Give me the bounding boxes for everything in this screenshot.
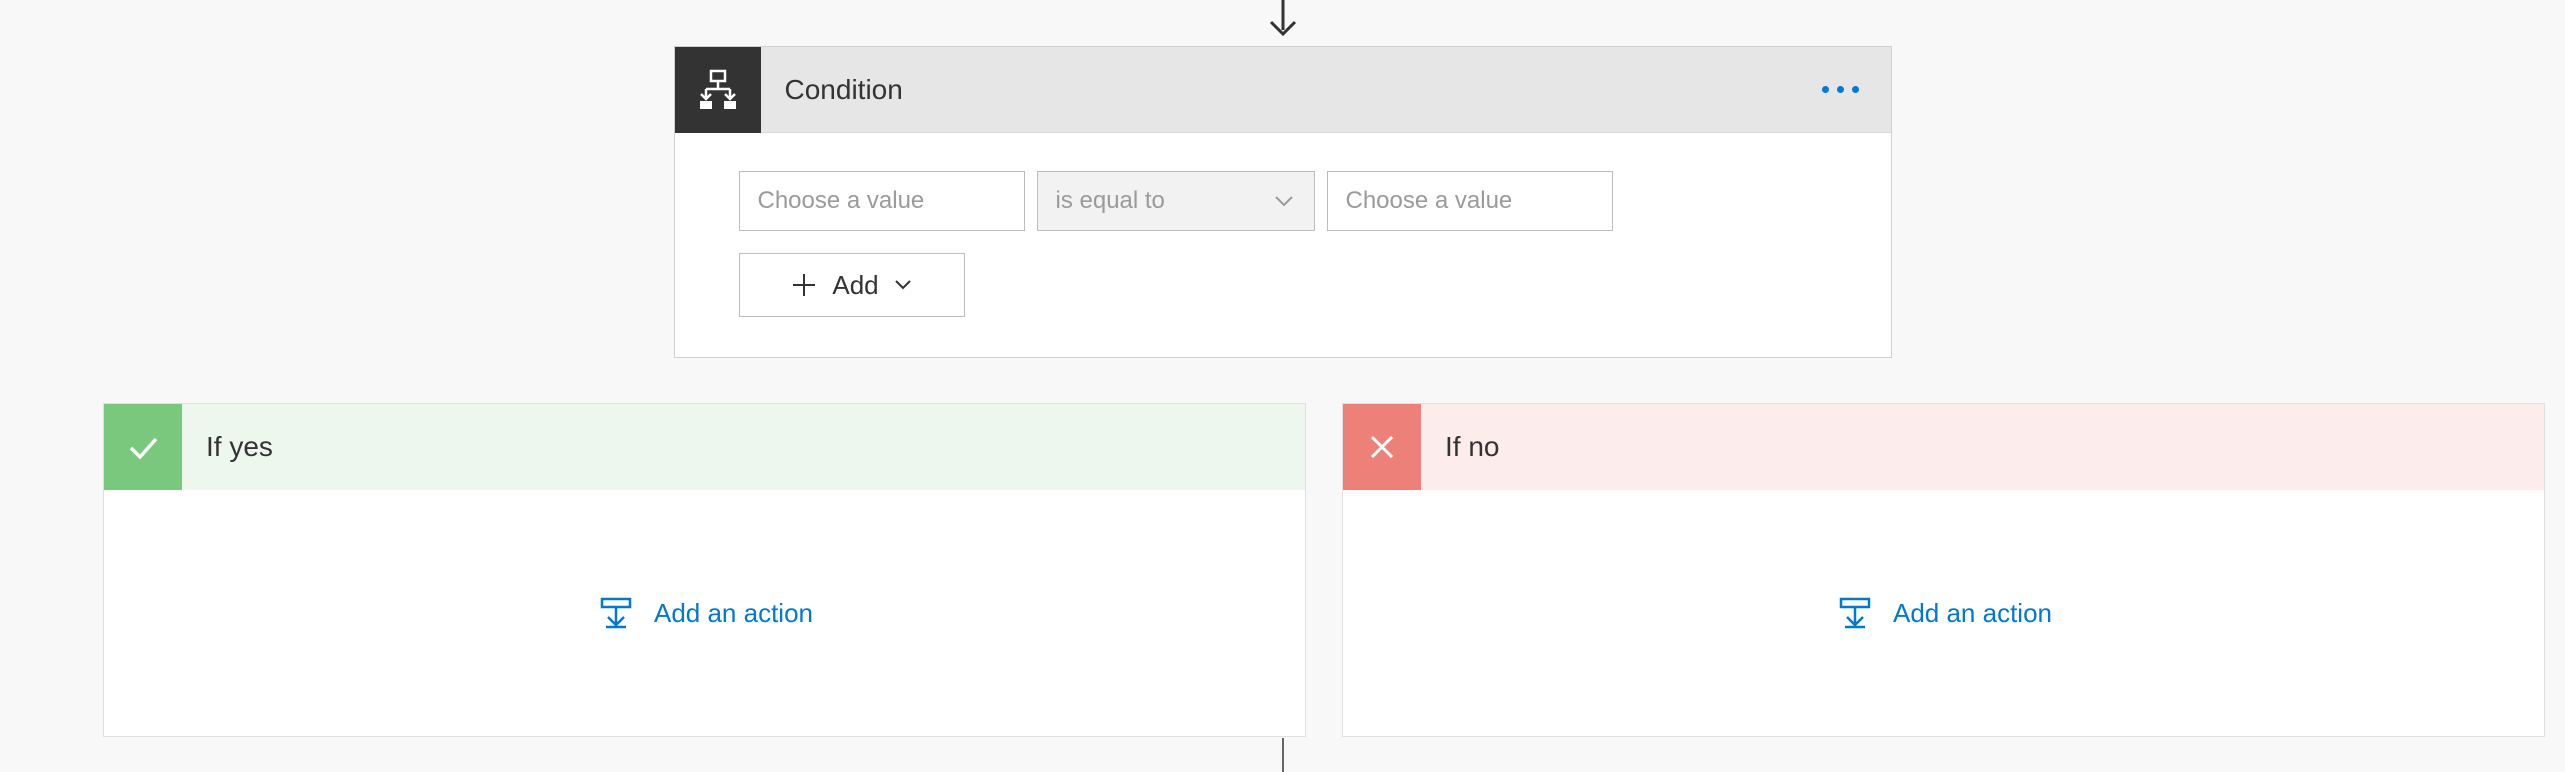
ellipsis-icon	[1822, 86, 1829, 93]
add-action-icon	[1835, 593, 1875, 633]
add-condition-label: Add	[832, 270, 878, 301]
if-no-branch: If no Add an action	[1342, 403, 2545, 737]
chevron-down-icon	[1272, 189, 1296, 213]
add-action-no-label: Add an action	[1893, 598, 2052, 629]
close-icon	[1343, 404, 1421, 490]
add-action-icon	[596, 593, 636, 633]
condition-header[interactable]: Condition	[675, 47, 1891, 133]
condition-expression-row: is equal to	[739, 171, 1827, 231]
add-action-no-button[interactable]: Add an action	[1835, 593, 2052, 633]
add-action-yes-button[interactable]: Add an action	[596, 593, 813, 633]
condition-icon	[675, 47, 761, 133]
condition-card: Condition is equal to	[674, 46, 1892, 358]
if-no-header: If no	[1343, 404, 2544, 490]
if-no-title: If no	[1421, 431, 1499, 463]
more-menu-button[interactable]	[1790, 86, 1891, 93]
operator-label: is equal to	[1056, 187, 1165, 215]
condition-body: is equal to Add	[675, 133, 1891, 357]
add-action-yes-label: Add an action	[654, 598, 813, 629]
plus-icon	[790, 271, 818, 299]
flow-arrow-in	[1261, 0, 1305, 49]
chevron-down-icon	[893, 275, 913, 295]
add-condition-button[interactable]: Add	[739, 253, 965, 317]
operator-dropdown[interactable]: is equal to	[1037, 171, 1315, 231]
flow-connector-out	[1282, 738, 1284, 772]
if-yes-header: If yes	[104, 404, 1305, 490]
right-value-input[interactable]	[1327, 171, 1613, 231]
ellipsis-icon	[1852, 86, 1859, 93]
if-yes-body: Add an action	[104, 490, 1305, 736]
if-yes-branch: If yes Add an action	[103, 403, 1306, 737]
condition-title: Condition	[761, 74, 1790, 106]
left-value-input[interactable]	[739, 171, 1025, 231]
check-icon	[104, 404, 182, 490]
if-no-body: Add an action	[1343, 490, 2544, 736]
if-yes-title: If yes	[182, 431, 273, 463]
ellipsis-icon	[1837, 86, 1844, 93]
condition-branches: If yes Add an action	[103, 403, 2545, 737]
